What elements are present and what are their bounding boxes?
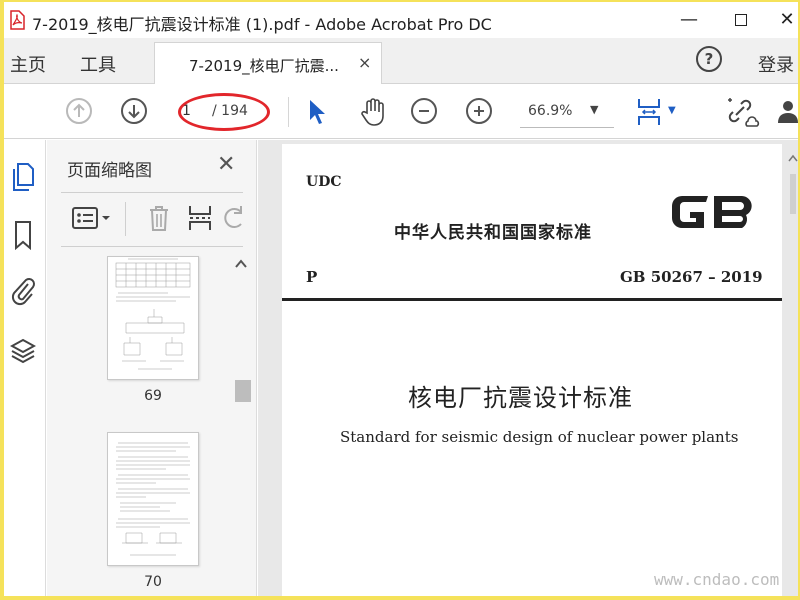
red-annotation-ellipse bbox=[178, 93, 270, 131]
title-bar: 7-2019_核电厂抗震设计标准 (1).pdf - Adobe Acrobat… bbox=[4, 2, 798, 38]
thumbnail-page[interactable] bbox=[107, 256, 199, 380]
doc-title-chinese: 核电厂抗震设计标准 bbox=[408, 384, 633, 412]
insert-page-icon[interactable] bbox=[187, 204, 213, 232]
watermark: www.cndao.com bbox=[654, 570, 780, 589]
panel-divider bbox=[61, 246, 243, 247]
menu-tools[interactable]: 工具 bbox=[80, 51, 116, 77]
document-scrollbar[interactable] bbox=[788, 154, 798, 596]
thumbnail-options-icon[interactable] bbox=[71, 204, 115, 232]
arrow-down-circle-icon[interactable] bbox=[121, 98, 147, 124]
pages-icon[interactable] bbox=[10, 162, 36, 192]
page-thumbnails-panel: 页面缩略图 ✕ 69 70 bbox=[47, 140, 257, 596]
doc-p-label: P bbox=[306, 268, 318, 286]
doc-udc: UDC bbox=[306, 174, 342, 190]
bookmark-icon[interactable] bbox=[10, 220, 36, 251]
zoom-in-icon[interactable] bbox=[466, 98, 492, 124]
panel-close-button[interactable]: ✕ bbox=[217, 152, 235, 177]
toolbar-divider bbox=[288, 97, 289, 127]
user-icon[interactable] bbox=[778, 99, 798, 123]
thumbnail-scrollbar[interactable] bbox=[233, 258, 251, 594]
thumbnail-page[interactable] bbox=[107, 432, 199, 566]
thumbnail-page-number: 70 bbox=[144, 574, 162, 590]
pointer-icon[interactable] bbox=[306, 97, 328, 127]
maximize-button[interactable] bbox=[726, 8, 756, 32]
document-tab[interactable]: 7-2019_核电厂抗震... × bbox=[154, 42, 382, 84]
arrow-up-circle-icon[interactable] bbox=[66, 98, 92, 124]
zoom-dropdown-icon[interactable]: ▼ bbox=[590, 103, 598, 116]
help-icon[interactable]: ? bbox=[696, 46, 722, 72]
menu-tab-bar: 主页 工具 7-2019_核电厂抗震... × ? 登录 bbox=[4, 38, 798, 84]
window-title: 7-2019_核电厂抗震设计标准 (1).pdf - Adobe Acrobat… bbox=[32, 15, 492, 34]
pdf-page: UDC 中华人民共和国国家标准 P GB 50267 – 2019 核电厂抗震设… bbox=[282, 144, 782, 596]
doc-scroll-up-icon[interactable] bbox=[788, 154, 798, 165]
close-window-button[interactable]: ✕ bbox=[772, 8, 798, 32]
doc-scroll-thumb[interactable] bbox=[790, 174, 796, 214]
doc-horizontal-rule bbox=[282, 298, 782, 301]
delete-icon[interactable] bbox=[145, 204, 173, 232]
scroll-thumb[interactable] bbox=[235, 380, 251, 402]
doc-standard-title: 中华人民共和国国家标准 bbox=[394, 223, 592, 243]
attachment-icon[interactable] bbox=[10, 276, 36, 306]
panel-divider bbox=[61, 192, 243, 193]
zoom-level[interactable]: 66.9% bbox=[528, 103, 572, 119]
document-view[interactable]: UDC 中华人民共和国国家标准 P GB 50267 – 2019 核电厂抗震设… bbox=[258, 140, 798, 596]
link-icon[interactable] bbox=[726, 97, 762, 127]
layers-icon[interactable] bbox=[9, 336, 37, 366]
menu-home[interactable]: 主页 bbox=[10, 51, 46, 77]
rotate-icon[interactable] bbox=[223, 204, 245, 232]
acrobat-pdf-icon bbox=[8, 10, 26, 30]
zoom-field-underline bbox=[520, 127, 614, 128]
tab-close-button[interactable]: × bbox=[358, 53, 371, 72]
login-link[interactable]: 登录 bbox=[758, 51, 794, 77]
doc-gb-number: GB 50267 – 2019 bbox=[620, 268, 763, 286]
hand-icon[interactable] bbox=[358, 97, 388, 127]
left-navigation-rail bbox=[4, 140, 46, 596]
fit-dropdown-icon[interactable]: ▼ bbox=[668, 105, 676, 116]
acrobat-window: 7-2019_核电厂抗震设计标准 (1).pdf - Adobe Acrobat… bbox=[4, 2, 798, 596]
document-tab-label: 7-2019_核电厂抗震... bbox=[189, 57, 339, 75]
doc-title-english: Standard for seismic design of nuclear p… bbox=[340, 428, 739, 446]
fit-page-icon[interactable] bbox=[636, 97, 662, 127]
minimize-button[interactable]: — bbox=[674, 8, 704, 32]
gb-logo bbox=[668, 190, 758, 234]
zoom-out-icon[interactable] bbox=[411, 98, 437, 124]
main-toolbar: / 194 66.9% ▼ ▼ bbox=[4, 85, 798, 139]
scroll-up-icon[interactable] bbox=[235, 258, 247, 272]
thumbnail-page-number: 69 bbox=[144, 388, 162, 404]
panel-tool-divider bbox=[125, 202, 126, 236]
maximize-icon bbox=[735, 14, 747, 26]
panel-title: 页面缩略图 bbox=[67, 161, 152, 181]
